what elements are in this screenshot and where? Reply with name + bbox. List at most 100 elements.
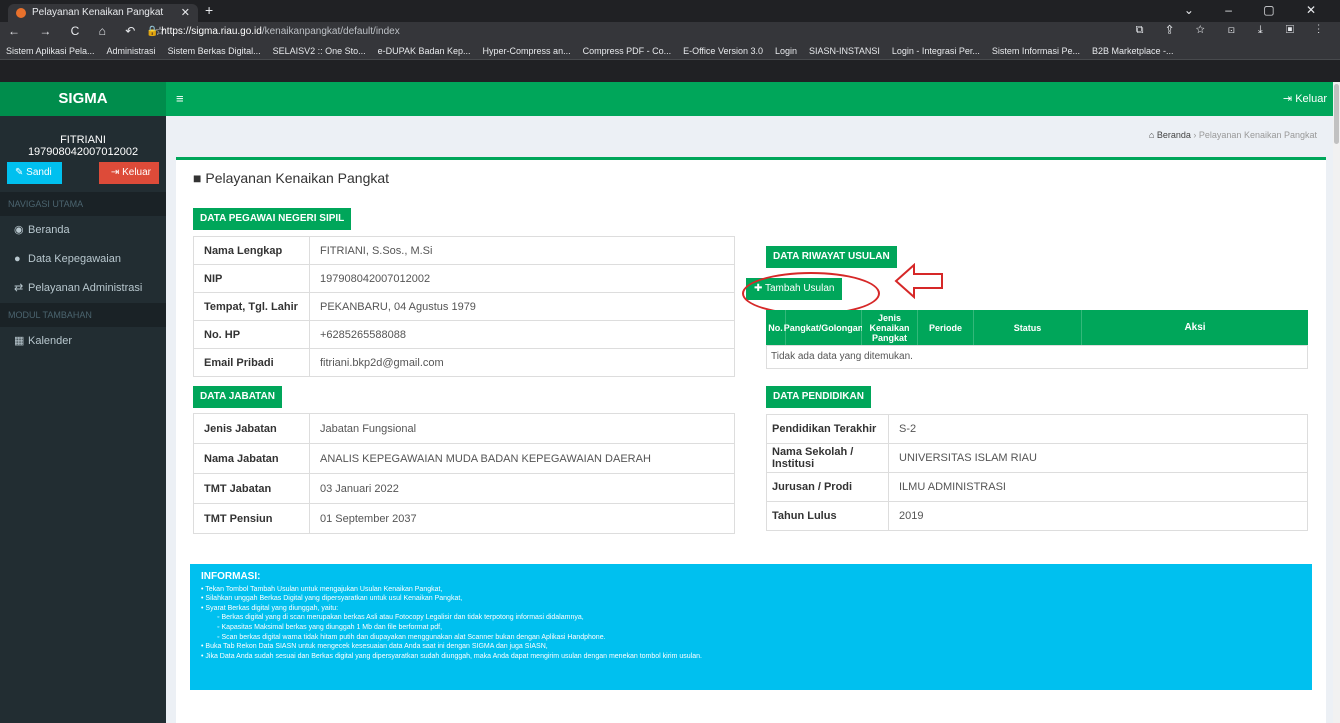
bookmark[interactable]: SIASN-INSTANSI <box>809 46 880 56</box>
column-header: Periode <box>918 310 974 345</box>
scrollbar[interactable] <box>1333 82 1340 723</box>
pendidikan-header: DATA PENDIDIKAN <box>766 386 871 408</box>
module-section-header: MODUL TAMBAHAN <box>0 303 166 327</box>
app: SIGMA ≡ ⇥ Keluar FITRIANI 19790804200701… <box>0 82 1340 723</box>
info-text: Silahkan unggah Berkas Digital yang dipe… <box>205 595 463 603</box>
extension-icons[interactable]: ⧉ ⇪ ☆ ⊡ ⤓ ▣ ⋮ <box>1136 24 1330 37</box>
table-row: Jenis Jabatan Jabatan Fungsional <box>193 413 735 444</box>
pns-table: Nama Lengkap FITRIANI, S.Sos., M.Si NIP 19… <box>193 236 735 377</box>
menu-toggle-icon[interactable]: ≡ <box>176 91 184 106</box>
bookmark[interactable]: E-Office Version 3.0 <box>683 46 763 56</box>
column-header: Status <box>974 310 1082 345</box>
sidebar-item-kalender[interactable]: ▦ Kalender <box>0 327 166 356</box>
breadcrumb-home[interactable]: Beranda <box>1157 130 1191 140</box>
field-value: ANALIS KEPEGAWAIAN MUDA BADAN KEPEGAWAIA… <box>309 443 735 474</box>
field-value: ILMU ADMINISTRASI <box>888 472 1308 502</box>
annotation-arrow-icon <box>894 263 943 299</box>
field-value: 2019 <box>888 501 1308 531</box>
sidebar-item-data-kepegawaian[interactable]: ● Data Kepegawaian <box>0 245 166 274</box>
bookmark[interactable]: Login - Integrasi Per... <box>892 46 980 56</box>
field-value: Jabatan Fungsional <box>309 413 735 444</box>
brand-logo[interactable]: SIGMA <box>0 82 166 116</box>
field-value: 01 September 2037 <box>309 503 735 534</box>
password-button[interactable]: ✎ Sandi <box>7 162 62 184</box>
field-label: NIP <box>193 264 310 293</box>
field-label: Jurusan / Prodi <box>766 472 889 502</box>
bookmark[interactable]: Administrasi <box>107 46 156 56</box>
info-text: Syarat Berkas digital yang diunggah, yai… <box>205 604 339 612</box>
edit-icon: ✎ <box>15 167 27 178</box>
page-title-text: Pelayanan Kenaikan Pangkat <box>205 170 390 186</box>
list-item: • Tekan Tombol Tambah Usulan untuk menga… <box>201 585 443 593</box>
square-icon: ■ <box>193 170 206 186</box>
address-bar[interactable]: 🔒 https://sigma.riau.go.id/kenaikanpangk… <box>140 24 1120 40</box>
window-controls[interactable]: ⌄ – ▢ ✕ <box>1184 3 1330 17</box>
close-tab-icon[interactable]: ✕ <box>181 4 190 22</box>
bookmark[interactable]: e-DUPAK Badan Kep... <box>378 46 471 56</box>
logout-icon: ⇥ <box>110 167 123 178</box>
table-row: Email Pribadi fitriani.bkp2d@gmail.com <box>193 348 735 377</box>
logout-label: Keluar <box>1295 93 1327 105</box>
page-title: ■ Pelayanan Kenaikan Pangkat <box>193 170 389 186</box>
sidebar-item-pelayanan-administrasi[interactable]: ⇄ Pelayanan Administrasi <box>0 274 166 303</box>
new-tab-icon[interactable]: + <box>205 2 213 18</box>
bookmark[interactable]: Compress PDF - Co... <box>583 46 672 56</box>
column-header: Jenis Kenaikan Pangkat <box>862 310 918 345</box>
field-value: PEKANBARU, 04 Agustus 1979 <box>309 292 735 321</box>
field-label: Pendidikan Terakhir <box>766 414 889 444</box>
bookmark[interactable]: Login <box>775 46 797 56</box>
list-item: • Buka Tab Rekon Data SIASN untuk mengec… <box>201 643 548 651</box>
column-header: Aksi <box>1082 310 1308 345</box>
field-label: TMT Pensiun <box>193 503 310 534</box>
bookmark[interactable]: SELAISV2 :: One Sto... <box>273 46 366 56</box>
table-row: Pendidikan Terakhir S-2 <box>766 414 1308 444</box>
bookmarks-bar: Sistem Aplikasi Pela... Administrasi Siste… <box>0 42 1340 60</box>
user-name: FITRIANI <box>60 134 106 146</box>
info-text: Scan berkas digital warna tidak hitam pu… <box>221 633 606 641</box>
field-value: +6285265588088 <box>309 320 735 349</box>
field-value: fitriani.bkp2d@gmail.com <box>309 348 735 377</box>
empty-message: Tidak ada data yang ditemukan. <box>766 345 1308 369</box>
sidebar-item-label: Data Kepegawaian <box>28 253 121 265</box>
exchange-icon: ⇄ <box>14 282 24 294</box>
bookmark[interactable]: Sistem Berkas Digital... <box>168 46 261 56</box>
sidebar-item-label: Kalender <box>28 335 73 347</box>
user-nip: 197908042007012002 <box>27 146 139 158</box>
table-row: Jurusan / Prodi ILMU ADMINISTRASI <box>766 472 1308 502</box>
browser-tab[interactable]: Pelayanan Kenaikan Pangkat ✕ <box>8 4 198 22</box>
jabatan-table: Jenis Jabatan Jabatan Fungsional Nama Jab… <box>193 413 735 534</box>
sidebar-item-label: Beranda <box>28 224 70 236</box>
user-panel: FITRIANI 197908042007012002 <box>0 116 166 162</box>
info-title: INFORMASI: <box>201 571 261 582</box>
breadcrumb: ⌂ Beranda › Pelayanan Kenaikan Pangkat <box>1148 130 1317 140</box>
list-item: • Silahkan unggah Berkas Digital yang di… <box>201 595 463 603</box>
bookmark[interactable]: Hyper-Compress an... <box>483 46 571 56</box>
table-row: No. HP +6285265588088 <box>193 320 735 349</box>
field-value: S-2 <box>888 414 1308 444</box>
table-row: NIP 197908042007012002 <box>193 264 735 293</box>
field-label: Nama Jabatan <box>193 443 310 474</box>
tab-title: Pelayanan Kenaikan Pangkat <box>32 7 164 18</box>
dashboard-icon: ◉ <box>14 224 24 236</box>
table-row: TMT Pensiun 01 September 2037 <box>193 503 735 534</box>
scrollbar-thumb[interactable] <box>1334 84 1339 144</box>
info-text: Tekan Tombol Tambah Usulan untuk mengaju… <box>205 585 443 593</box>
pendidikan-table: Pendidikan Terakhir S-2 Nama Sekolah / In… <box>766 414 1308 531</box>
list-item: ◦ Scan berkas digital warna tidak hitam … <box>217 633 606 641</box>
logout-icon: ⇥ <box>1282 93 1296 105</box>
field-label: No. HP <box>193 320 310 349</box>
sidebar-item-beranda[interactable]: ◉ Beranda <box>0 216 166 245</box>
sidebar-logout-button[interactable]: ⇥ Keluar <box>99 162 159 184</box>
riwayat-header: DATA RIWAYAT USULAN <box>766 246 897 268</box>
bookmark[interactable]: Sistem Aplikasi Pela... <box>6 46 95 56</box>
field-label: Tahun Lulus <box>766 501 889 531</box>
table-row: Nama Jabatan ANALIS KEPEGAWAIAN MUDA BADA… <box>193 443 735 474</box>
field-value: 197908042007012002 <box>309 264 735 293</box>
bookmark[interactable]: Sistem Informasi Pe... <box>992 46 1080 56</box>
breadcrumb-current: Pelayanan Kenaikan Pangkat <box>1198 130 1317 140</box>
bookmark[interactable]: B2B Marketplace -... <box>1092 46 1174 56</box>
field-label: Nama Lengkap <box>193 236 310 265</box>
logout-link[interactable]: ⇥ Keluar <box>1283 92 1327 105</box>
browser-chrome: Pelayanan Kenaikan Pangkat ✕ + ⌄ – ▢ ✕ ← … <box>0 0 1340 82</box>
nav-section-header: NAVIGASI UTAMA <box>0 192 166 216</box>
